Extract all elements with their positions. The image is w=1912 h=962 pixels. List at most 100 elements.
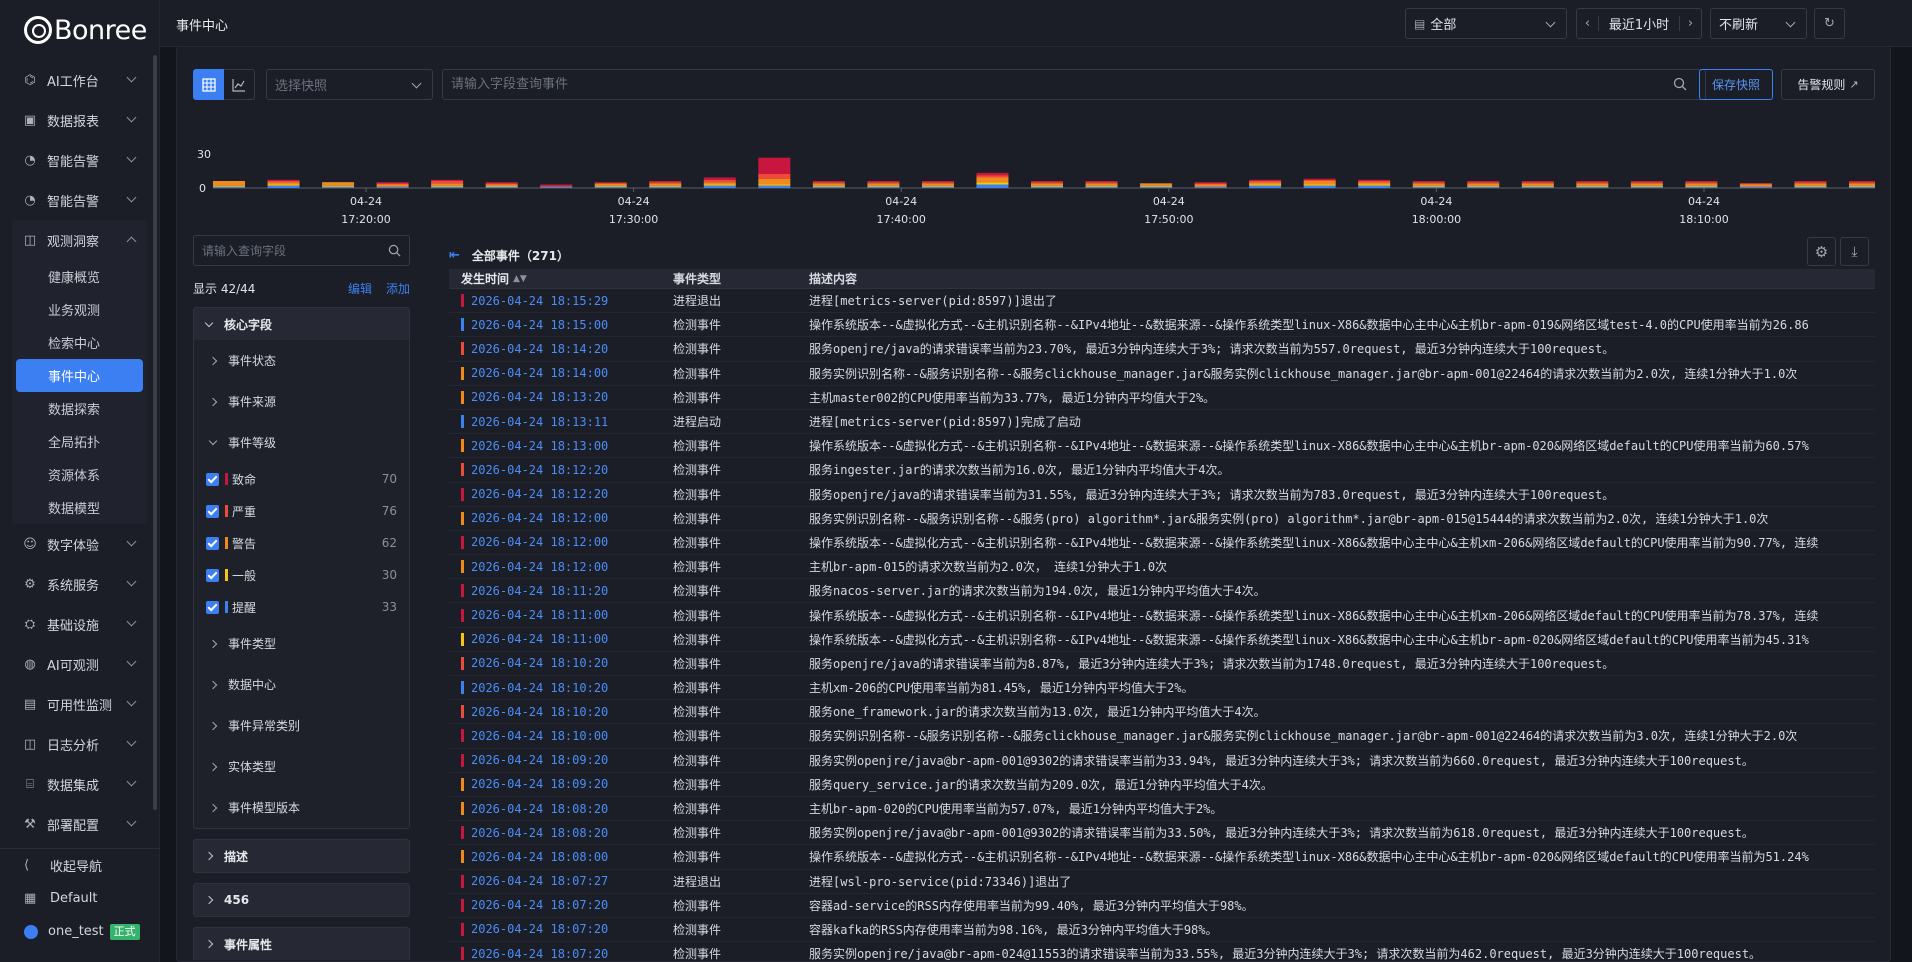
edit-fields-link[interactable]: 编辑 [348,282,372,296]
event-time-link[interactable]: 2026-04-24 18:14:20 [471,342,608,356]
table-row[interactable]: 2026-04-24 18:11:00 检测事件 操作系统版本--&虚拟化方式--&… [449,628,1875,652]
table-row[interactable]: 2026-04-24 18:08:20 检测事件 服务实例openjre/java@… [449,821,1875,846]
query-input[interactable] [442,69,1706,100]
table-view-button[interactable] [193,69,224,100]
table-row[interactable]: 2026-04-24 18:07:20 检测事件 容器ad-service的RSS内… [449,894,1875,918]
event-time-link[interactable]: 2026-04-24 18:07:27 [471,874,608,888]
field-group-header[interactable]: 描述 [194,840,409,872]
event-time-link[interactable]: 2026-04-24 18:11:00 [471,632,608,646]
event-time-link[interactable]: 2026-04-24 18:11:20 [471,584,608,598]
level-filter-row[interactable]: 一般 30 [194,559,409,591]
table-row[interactable]: 2026-04-24 18:13:00 检测事件 操作系统版本--&虚拟化方式--&… [449,434,1875,459]
field-row[interactable]: 事件类型 [194,623,409,664]
sidebar-subitem[interactable]: 资源体系 [12,458,147,491]
snapshot-select[interactable]: 选择快照 [266,69,433,100]
table-row[interactable]: 2026-04-24 18:13:11 进程启动 进程[metrics-server… [449,410,1875,435]
table-row[interactable]: 2026-04-24 18:15:00 检测事件 操作系统版本--&虚拟化方式--&… [449,313,1875,338]
search-icon[interactable] [388,244,401,257]
sidebar-item-after-7[interactable]: ⚒ 部署配置 [0,804,159,844]
sort-icon[interactable]: ▲▼ [513,274,527,284]
event-time-link[interactable]: 2026-04-24 18:07:20 [471,898,608,912]
sidebar-subitem[interactable]: 健康概览 [12,260,147,293]
level-filter-row[interactable]: 致命 70 [194,463,409,495]
table-row[interactable]: 2026-04-24 18:12:20 检测事件 服务openjre/java的请求… [449,483,1875,507]
event-time-link[interactable]: 2026-04-24 18:08:20 [471,826,608,840]
scope-dropdown[interactable]: ▤ 全部 [1405,8,1567,39]
field-event-level[interactable]: 事件等级 [194,422,409,463]
table-row[interactable]: 2026-04-24 18:10:00 检测事件 服务实例识别名称--&服务识别名称… [449,724,1875,749]
field-row[interactable]: 实体类型 [194,746,409,787]
table-row[interactable]: 2026-04-24 18:13:20 检测事件 主机master002的CPU使用… [449,386,1875,410]
event-time-link[interactable]: 2026-04-24 18:08:20 [471,802,608,816]
user-menu[interactable]: one_test 正式 [0,915,160,948]
sidebar-item-after-6[interactable]: ⌸ 数据集成 [0,764,159,804]
table-row[interactable]: 2026-04-24 18:09:20 检测事件 服务实例openjre/java@… [449,749,1875,773]
table-row[interactable]: 2026-04-24 18:12:00 检测事件 主机br-apm-015的请求次数… [449,555,1875,580]
event-time-link[interactable]: 2026-04-24 18:12:00 [471,511,608,525]
download-button[interactable]: ⤓ [1840,237,1869,266]
col-type-header[interactable]: 事件类型 [673,270,809,287]
sidebar-scrollbar[interactable] [153,55,157,810]
event-time-link[interactable]: 2026-04-24 18:13:00 [471,439,608,453]
field-group-header[interactable]: 事件属性 [194,928,409,960]
sidebar-subitem[interactable]: 业务观测 [12,293,147,326]
collapse-panel-icon[interactable]: ⇤ [449,248,460,263]
sidebar-subitem[interactable]: 检索中心 [12,326,147,359]
level-checkbox[interactable] [206,504,219,518]
workspace-switcher[interactable]: ▦ Default [0,882,160,915]
sidebar-item-after-4[interactable]: ▤ 可用性监测 [0,684,159,724]
table-row[interactable]: 2026-04-24 18:07:20 检测事件 服务实例openjre/java@… [449,942,1875,960]
event-time-link[interactable]: 2026-04-24 18:15:00 [471,318,608,332]
prev-range-icon[interactable]: ‹ [1577,16,1599,31]
sidebar-item-top-3[interactable]: ◔ 智能告警 [0,180,159,220]
column-settings-button[interactable]: ⚙ [1807,237,1836,266]
field-row[interactable]: 事件异常类别 [194,705,409,746]
core-fields-header[interactable]: 核心字段 [194,308,409,340]
sidebar-item-observe[interactable]: ◫ 观测洞察 [12,220,147,260]
sidebar-item-top-0[interactable]: ⌬ AI工作台 [0,60,159,100]
event-time-link[interactable]: 2026-04-24 18:12:00 [471,535,608,549]
event-time-link[interactable]: 2026-04-24 18:07:20 [471,922,608,936]
field-search-input[interactable] [193,235,410,266]
event-time-link[interactable]: 2026-04-24 18:10:00 [471,729,608,743]
event-time-link[interactable]: 2026-04-24 18:08:00 [471,850,608,864]
sidebar-item-after-2[interactable]: ⛭ 基础设施 [0,604,159,644]
event-time-link[interactable]: 2026-04-24 18:07:20 [471,947,608,960]
event-time-link[interactable]: 2026-04-24 18:13:20 [471,390,608,404]
level-checkbox[interactable] [206,600,219,614]
event-time-link[interactable]: 2026-04-24 18:10:20 [471,705,608,719]
alert-rule-button[interactable]: 告警规则 ↗ [1781,69,1875,100]
event-time-link[interactable]: 2026-04-24 18:12:20 [471,487,608,501]
search-icon[interactable] [1673,77,1687,91]
event-time-link[interactable]: 2026-04-24 18:10:20 [471,681,608,695]
table-row[interactable]: 2026-04-24 18:12:00 检测事件 服务实例识别名称--&服务识别名称… [449,507,1875,531]
field-row[interactable]: 事件状态 [194,340,409,381]
field-group-header[interactable]: 456 [194,884,409,916]
table-row[interactable]: 2026-04-24 18:11:20 检测事件 服务nacos-server.ja… [449,579,1875,604]
table-row[interactable]: 2026-04-24 18:14:00 检测事件 服务实例识别名称--&服务识别名称… [449,362,1875,386]
table-row[interactable]: 2026-04-24 18:07:20 检测事件 容器kafka的RSS内存使用率当… [449,918,1875,943]
table-row[interactable]: 2026-04-24 18:12:00 检测事件 操作系统版本--&虚拟化方式--&… [449,531,1875,556]
table-row[interactable]: 2026-04-24 18:14:20 检测事件 服务openjre/java的请求… [449,337,1875,362]
bonree-logo[interactable]: Bonree [0,0,159,60]
level-checkbox[interactable] [206,472,219,486]
refresh-dropdown[interactable]: 不刷新 [1710,8,1807,39]
event-time-link[interactable]: 2026-04-24 18:10:20 [471,656,608,670]
event-time-link[interactable]: 2026-04-24 18:09:20 [471,753,608,767]
sidebar-subitem[interactable]: 全局拓扑 [12,425,147,458]
event-time-link[interactable]: 2026-04-24 18:14:00 [471,366,608,380]
table-row[interactable]: 2026-04-24 18:12:20 检测事件 服务ingester.jar的请求… [449,458,1875,483]
sidebar-item-after-5[interactable]: ◫ 日志分析 [0,724,159,764]
field-row[interactable]: 事件来源 [194,381,409,422]
table-row[interactable]: 2026-04-24 18:11:00 检测事件 操作系统版本--&虚拟化方式--&… [449,603,1875,628]
refresh-button[interactable]: ↻ [1814,8,1845,39]
table-row[interactable]: 2026-04-24 18:09:20 检测事件 服务query_service.j… [449,773,1875,797]
sidebar-subitem[interactable]: 事件中心 [16,359,143,392]
sidebar-item-after-0[interactable]: ☺ 数字体验 [0,524,159,564]
level-checkbox[interactable] [206,536,219,550]
col-desc-header[interactable]: 描述内容 [809,270,857,287]
event-time-link[interactable]: 2026-04-24 18:11:00 [471,608,608,622]
level-filter-row[interactable]: 严重 76 [194,495,409,527]
chart-view-button[interactable] [224,69,255,100]
save-snapshot-button[interactable]: 保存快照 [1699,69,1773,100]
